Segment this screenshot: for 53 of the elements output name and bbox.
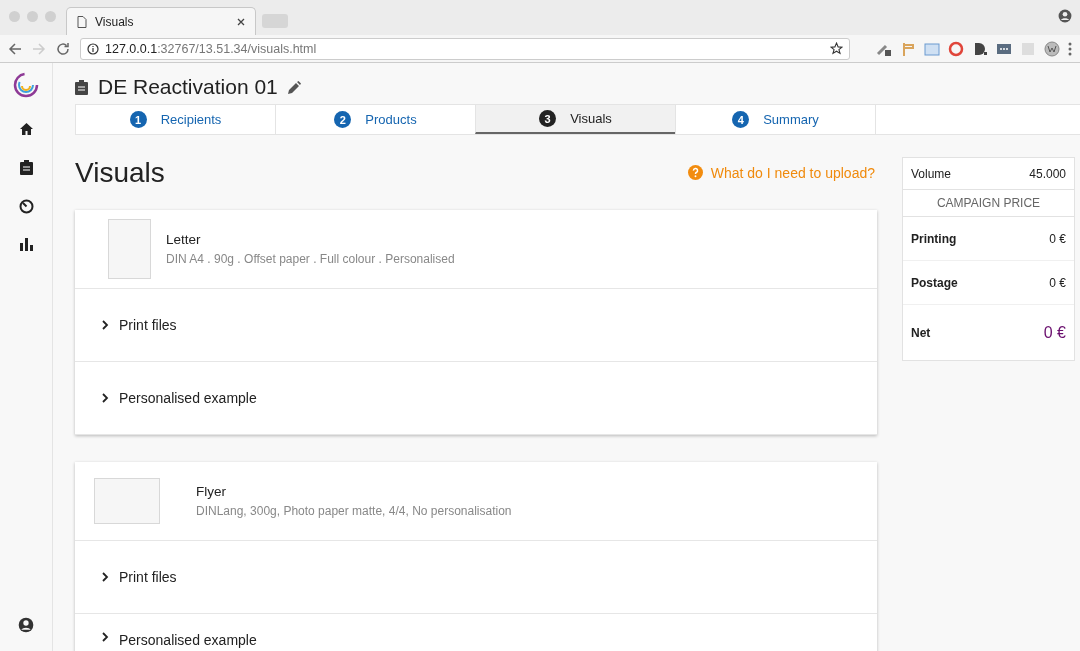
- clipboard-icon[interactable]: [19, 160, 33, 175]
- expandable-section[interactable]: Personalised example: [75, 362, 877, 435]
- campaign-title: DE Reactivation 01: [98, 75, 278, 99]
- browser-tab[interactable]: Visuals: [66, 7, 256, 35]
- step-tab[interactable]: 3 Visuals: [475, 105, 675, 134]
- flyer-thumbnail: [94, 478, 160, 524]
- net-value: 0 €: [1043, 323, 1066, 342]
- step-tab[interactable]: 1 Recipients: [75, 105, 275, 134]
- pencil-icon[interactable]: [287, 80, 301, 94]
- clipboard-icon: [75, 79, 88, 95]
- letter-d-icon[interactable]: [972, 40, 988, 57]
- volume-value: 45.000: [1029, 166, 1066, 181]
- product-spec: DIN A4 . 90g . Offset paper . Full colour . Personalised: [166, 252, 455, 266]
- expandable-section[interactable]: Print files: [75, 289, 877, 362]
- letter-thumbnail: [108, 219, 151, 279]
- page-icon: [77, 15, 87, 28]
- price-label: Printing: [911, 231, 957, 246]
- reload-icon[interactable]: [56, 41, 70, 56]
- step-tab[interactable]: 4 Summary: [675, 105, 875, 134]
- step-number: 3: [539, 110, 557, 127]
- volume-label: Volume: [911, 166, 952, 181]
- logo-icon[interactable]: [13, 72, 39, 98]
- back-icon[interactable]: [8, 41, 22, 56]
- product-spec: DINLang, 300g, Photo paper matte, 4/4, No personalisation: [196, 504, 512, 518]
- star-icon[interactable]: [830, 42, 843, 55]
- address-bar[interactable]: 127.0.0.1:32767/13.51.34/visuals.html: [80, 37, 850, 60]
- summary-heading: CAMPAIGN PRICE: [903, 190, 1074, 217]
- product-name: Letter: [166, 232, 202, 247]
- section-title: Print files: [119, 569, 177, 585]
- product-name: Flyer: [196, 484, 227, 499]
- step-number: 2: [334, 111, 352, 128]
- section-title: Print files: [119, 317, 177, 333]
- page-heading: Visuals: [75, 156, 165, 189]
- price-value: 0 €: [1049, 275, 1066, 290]
- section-title: Personalised example: [119, 390, 257, 406]
- bar-chart-icon[interactable]: [19, 238, 33, 251]
- step-number: 4: [732, 111, 750, 128]
- help-icon: [687, 165, 703, 180]
- price-value: 0 €: [1049, 231, 1066, 246]
- step-number: 1: [129, 111, 147, 128]
- circle-w-icon[interactable]: [1044, 40, 1060, 57]
- close-icon[interactable]: [237, 17, 245, 26]
- menu-icon[interactable]: [1068, 41, 1072, 56]
- profile-icon[interactable]: [1058, 9, 1072, 23]
- section-title: Personalised example: [119, 632, 257, 648]
- net-label: Net: [911, 325, 931, 340]
- home-icon[interactable]: [18, 122, 34, 136]
- timer-icon[interactable]: [18, 199, 34, 214]
- price-label: Postage: [911, 275, 958, 290]
- expandable-section[interactable]: Print files: [75, 541, 877, 614]
- account-icon[interactable]: [18, 617, 34, 633]
- expandable-section[interactable]: Personalised example: [75, 614, 877, 651]
- info-icon: [87, 42, 99, 55]
